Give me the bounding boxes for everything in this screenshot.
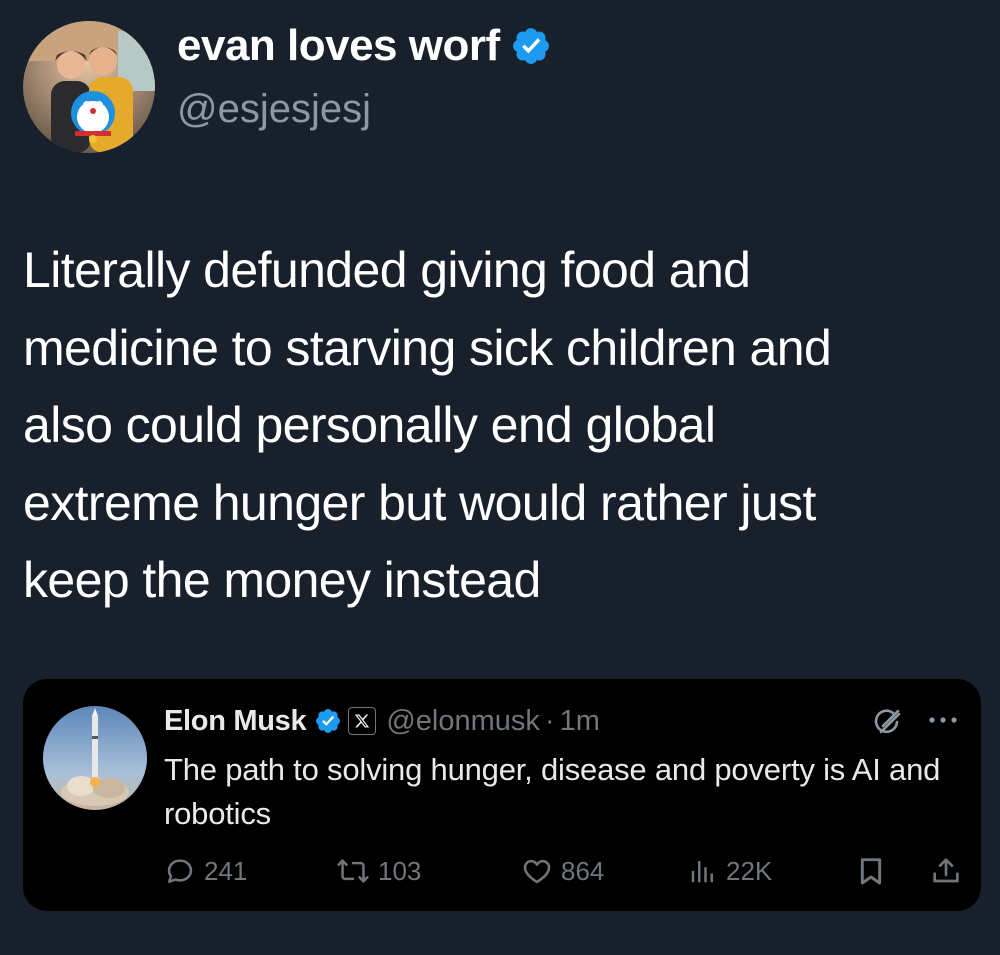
quoted-author-name[interactable]: Elon Musk bbox=[164, 705, 307, 738]
reply-icon bbox=[164, 855, 196, 887]
bookmark-icon bbox=[855, 855, 887, 887]
share-button[interactable] bbox=[930, 851, 962, 891]
share-icon bbox=[930, 855, 962, 887]
quoted-verified-badge-icon[interactable] bbox=[314, 707, 342, 735]
tweet-text: Literally defunded giving food and medic… bbox=[23, 242, 832, 608]
quoted-tweet-time[interactable]: 1m bbox=[560, 705, 600, 738]
quoted-tweet-actions: 241 103 864 22K bbox=[164, 851, 964, 891]
quoted-author-handle[interactable]: @elonmusk bbox=[386, 705, 540, 738]
heart-icon bbox=[521, 855, 553, 887]
author-handle[interactable]: @esjesjesj bbox=[177, 84, 371, 134]
quoted-tweet-card[interactable]: Elon Musk @elonmusk · 1m The path to sol… bbox=[23, 679, 981, 911]
views-button[interactable]: 22K bbox=[688, 851, 772, 891]
quoted-tweet-header: Elon Musk @elonmusk · 1m bbox=[164, 701, 600, 741]
reply-count: 241 bbox=[204, 855, 248, 886]
more-options-icon[interactable] bbox=[926, 708, 960, 732]
header-separator: · bbox=[544, 704, 555, 737]
grok-icon[interactable] bbox=[871, 706, 903, 738]
reply-button[interactable]: 241 bbox=[164, 851, 247, 891]
author-name-row: evan loves worf bbox=[177, 18, 552, 74]
like-count: 864 bbox=[561, 855, 605, 886]
analytics-icon bbox=[688, 855, 718, 887]
views-count: 22K bbox=[726, 855, 773, 886]
quoted-author-avatar[interactable] bbox=[43, 706, 147, 810]
repost-count: 103 bbox=[378, 855, 422, 886]
quoted-tweet-text: The path to solving hunger, disease and … bbox=[164, 752, 941, 831]
repost-button[interactable]: 103 bbox=[336, 851, 421, 891]
x-affiliate-badge-icon[interactable] bbox=[348, 707, 377, 735]
author-avatar[interactable] bbox=[23, 21, 155, 153]
bookmark-button[interactable] bbox=[855, 851, 887, 891]
tweet-screenshot: evan loves worf @esjesjesj Literally def… bbox=[0, 0, 1000, 955]
repost-icon bbox=[336, 855, 370, 887]
like-button[interactable]: 864 bbox=[521, 851, 604, 891]
verified-badge-icon[interactable] bbox=[510, 25, 552, 67]
author-display-name[interactable]: evan loves worf bbox=[177, 18, 500, 74]
